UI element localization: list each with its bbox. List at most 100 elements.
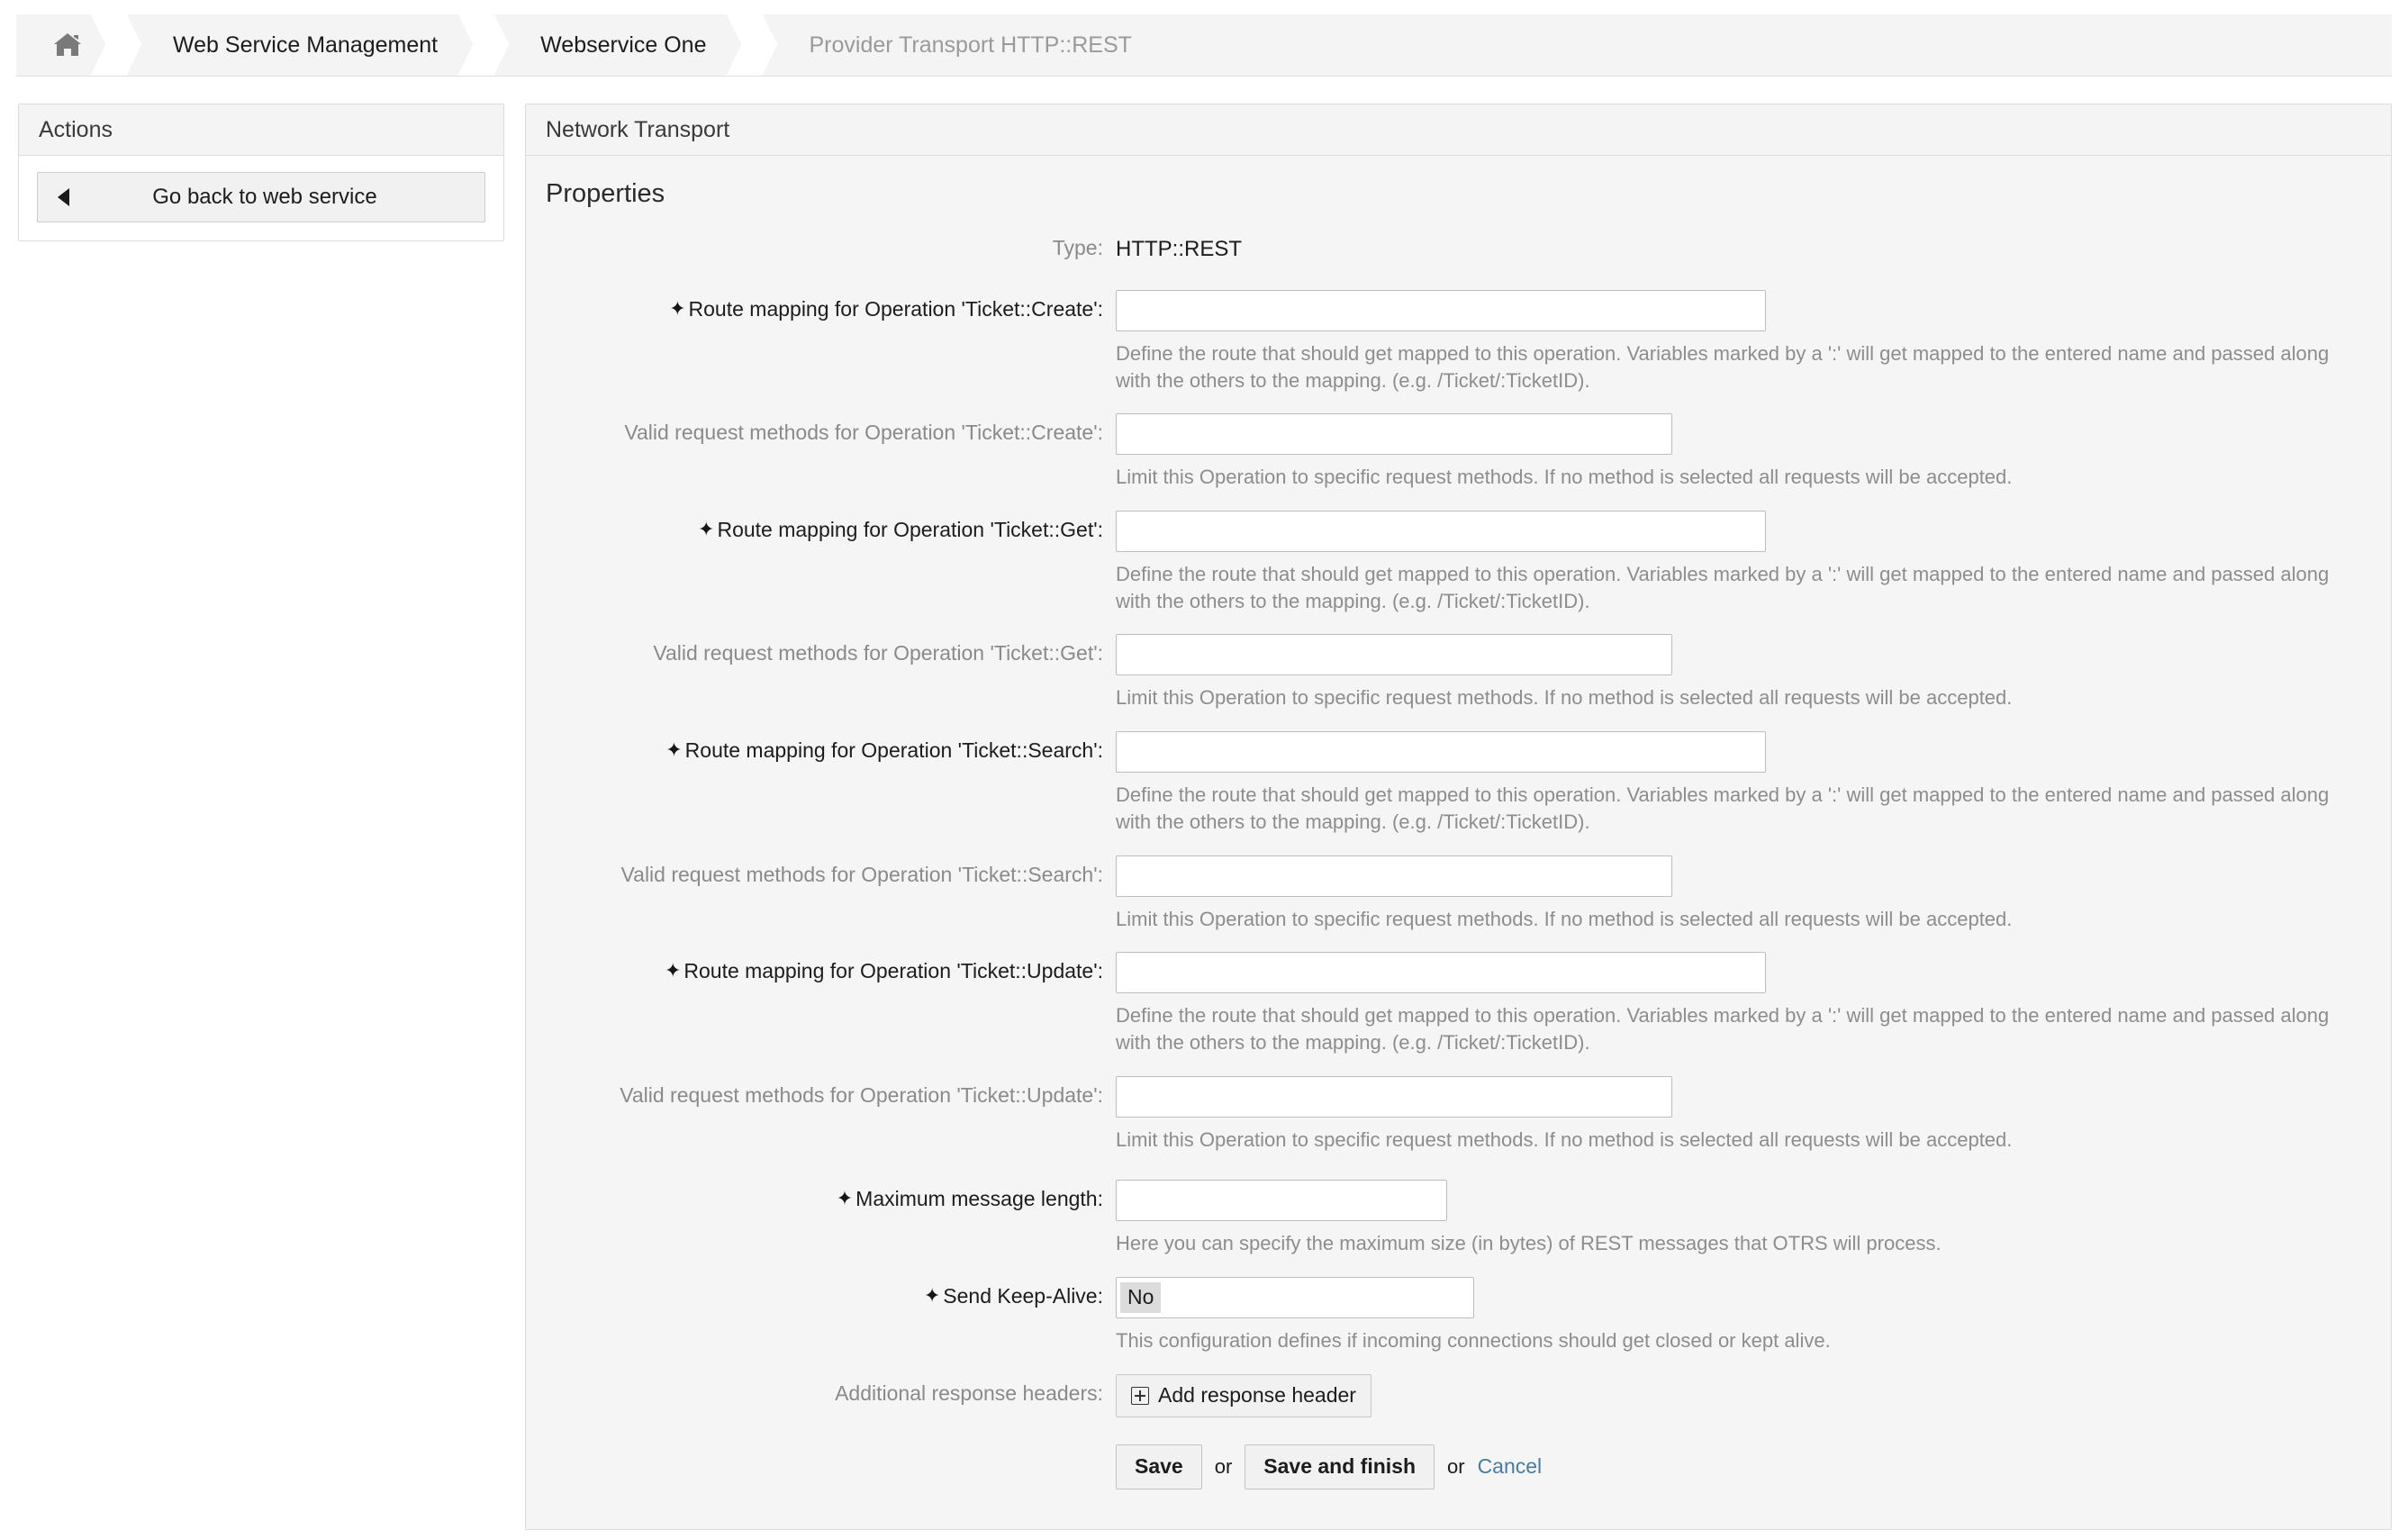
additional-response-headers-row: Additional response headers: Add respons… — [526, 1373, 2391, 1417]
breadcrumb-label: Web Service Management — [173, 32, 439, 58]
sidebar: Actions Go back to web service — [18, 104, 504, 241]
valid-methods-search-input[interactable] — [1116, 855, 1672, 897]
breadcrumb-separator-3 — [737, 14, 776, 76]
valid-methods-get-label: Valid request methods for Operation 'Tic… — [653, 641, 1103, 665]
route-mapping-update-help: Define the route that should get mapped … — [1116, 1004, 2330, 1054]
footer-row: Save or Save and finish or Cancel — [526, 1444, 2391, 1489]
route-mapping-update-input[interactable] — [1116, 952, 1766, 994]
route-mapping-create-help: Define the route that should get mapped … — [1116, 342, 2330, 392]
label-text: Route mapping for Operation 'Ticket::Cre… — [688, 297, 1103, 321]
route-mapping-search-row: ✦ Route mapping for Operation 'Ticket::Se… — [526, 731, 2391, 835]
send-keep-alive-selected-option: No — [1120, 1282, 1162, 1313]
breadcrumb-separator-2 — [468, 14, 508, 76]
route-mapping-get-row: ✦ Route mapping for Operation 'Ticket::Ge… — [526, 511, 2391, 614]
network-transport-title: Network Transport — [546, 116, 730, 142]
plus-box-icon — [1131, 1386, 1149, 1405]
valid-methods-get-help: Limit this Operation to specific request… — [1116, 686, 2013, 710]
network-transport-widget: Network Transport Properties Type: HTTP:… — [525, 104, 2392, 1530]
breadcrumb-item-provider-transport: Provider Transport HTTP::REST — [776, 14, 1162, 76]
valid-methods-update-input[interactable] — [1116, 1075, 1672, 1118]
valid-methods-search-help: Limit this Operation to specific request… — [1116, 907, 2013, 930]
label-text: Maximum message length: — [855, 1187, 1103, 1211]
label-text: Route mapping for Operation 'Ticket::Sea… — [684, 738, 1103, 763]
send-keep-alive-field: No This configuration defines if incomin… — [1116, 1276, 2391, 1354]
actions-widget: Actions Go back to web service — [18, 104, 504, 241]
valid-methods-search-field: Limit this Operation to specific request… — [1116, 855, 2391, 933]
valid-methods-search-row: Valid request methods for Operation 'Tic… — [526, 855, 2391, 933]
or-text-1: or — [1214, 1454, 1233, 1478]
required-star-icon: ✦ — [669, 297, 686, 320]
route-mapping-update-label: ✦ Route mapping for Operation 'Ticket::Up… — [526, 952, 1116, 984]
route-mapping-get-input[interactable] — [1116, 511, 1766, 553]
route-mapping-get-help: Define the route that should get mapped … — [1116, 563, 2330, 612]
max-message-length-row: ✦ Maximum message length: Here you can sp… — [526, 1180, 2391, 1257]
required-star-icon: ✦ — [836, 1187, 854, 1210]
valid-methods-create-field: Limit this Operation to specific request… — [1116, 413, 2391, 491]
route-mapping-search-help: Define the route that should get mapped … — [1116, 783, 2330, 833]
label-text: Route mapping for Operation 'Ticket::Upd… — [683, 959, 1103, 983]
footer-actions-field: Save or Save and finish or Cancel — [1116, 1444, 2391, 1489]
properties-section-title: Properties — [546, 179, 665, 208]
actions-title: Actions — [39, 116, 113, 142]
breadcrumb-separator-1 — [101, 14, 140, 76]
max-message-length-help: Here you can specify the maximum size (i… — [1116, 1232, 1942, 1255]
footer-spacer-label — [526, 1444, 1116, 1452]
valid-methods-create-label: Valid request methods for Operation 'Tic… — [624, 421, 1103, 445]
type-label: Type: — [1052, 236, 1103, 259]
add-response-header-button[interactable]: Add response header — [1116, 1373, 1371, 1417]
max-message-length-input[interactable] — [1116, 1180, 1447, 1222]
add-response-header-label: Add response header — [1158, 1383, 1356, 1408]
send-keep-alive-label: ✦ Send Keep-Alive: — [526, 1277, 1116, 1309]
valid-methods-get-row: Valid request methods for Operation 'Tic… — [526, 634, 2391, 711]
route-mapping-update-field: Define the route that should get mapped … — [1116, 952, 2391, 1055]
breadcrumb-item-web-service-management[interactable]: Web Service Management — [140, 14, 468, 76]
valid-methods-update-row: Valid request methods for Operation 'Tic… — [526, 1075, 2391, 1154]
valid-methods-update-label: Valid request methods for Operation 'Tic… — [620, 1082, 1103, 1107]
left-arrow-icon — [58, 188, 69, 206]
send-keep-alive-select[interactable]: No — [1116, 1276, 1474, 1318]
send-keep-alive-help: This configuration defines if incoming c… — [1116, 1328, 1831, 1352]
route-mapping-get-field: Define the route that should get mapped … — [1116, 511, 2391, 614]
breadcrumb: Web Service Management Webservice One Pr… — [16, 14, 2392, 77]
breadcrumb-label: Provider Transport HTTP::REST — [809, 32, 1132, 58]
save-and-finish-button[interactable]: Save and finish — [1245, 1444, 1435, 1489]
type-row: Type: HTTP::REST — [526, 229, 2391, 270]
label-text: Route mapping for Operation 'Ticket::Get… — [717, 518, 1103, 542]
max-message-length-field: Here you can specify the maximum size (i… — [1116, 1180, 2391, 1257]
route-mapping-search-input[interactable] — [1116, 731, 1766, 774]
footer-actions: Save or Save and finish or Cancel — [1116, 1444, 2391, 1489]
cancel-link[interactable]: Cancel — [1478, 1454, 1543, 1479]
type-value-container: HTTP::REST — [1116, 229, 2391, 270]
valid-methods-create-help: Limit this Operation to specific request… — [1116, 466, 2013, 489]
valid-methods-update-field: Limit this Operation to specific request… — [1116, 1075, 2391, 1154]
send-keep-alive-row: ✦ Send Keep-Alive: No This configuration … — [526, 1276, 2391, 1354]
valid-methods-update-help: Limit this Operation to specific request… — [1116, 1127, 2013, 1151]
network-transport-header: Network Transport — [526, 104, 2391, 156]
additional-response-headers-label: Additional response headers: — [835, 1381, 1103, 1405]
type-value: HTTP::REST — [1116, 237, 1243, 261]
actions-widget-header: Actions — [19, 104, 503, 156]
route-mapping-search-field: Define the route that should get mapped … — [1116, 731, 2391, 835]
valid-methods-get-input[interactable] — [1116, 634, 1672, 676]
breadcrumb-label: Webservice One — [540, 32, 707, 58]
breadcrumb-item-webservice-one[interactable]: Webservice One — [508, 14, 737, 76]
valid-methods-get-field: Limit this Operation to specific request… — [1116, 634, 2391, 711]
route-mapping-create-input[interactable] — [1116, 290, 1766, 331]
go-back-to-web-service-button[interactable]: Go back to web service — [37, 172, 485, 222]
required-star-icon: ✦ — [923, 1283, 941, 1307]
actions-widget-body: Go back to web service — [19, 156, 503, 240]
save-button[interactable]: Save — [1116, 1444, 1202, 1489]
breadcrumb-home[interactable] — [16, 14, 101, 76]
route-mapping-create-label: ✦ Route mapping for Operation 'Ticket::Cr… — [526, 290, 1116, 322]
label-text: Send Keep-Alive: — [943, 1283, 1103, 1308]
valid-methods-create-input[interactable] — [1116, 413, 1672, 456]
or-text-2: or — [1447, 1454, 1465, 1478]
